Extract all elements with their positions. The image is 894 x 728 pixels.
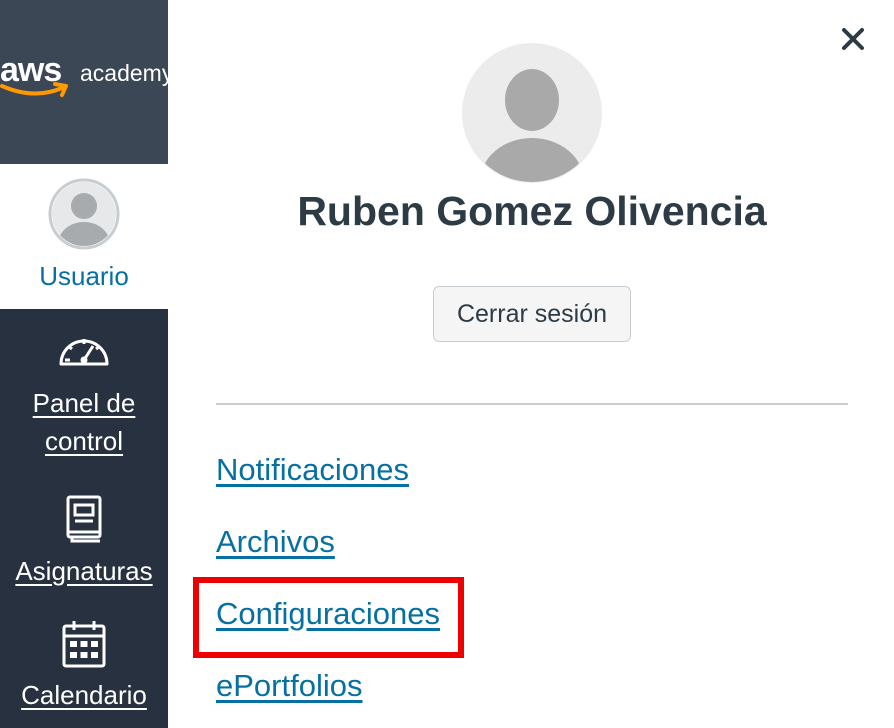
link-files[interactable]: Archivos xyxy=(216,522,335,562)
avatar-icon xyxy=(48,178,120,250)
dashboard-icon xyxy=(59,339,109,366)
sidebar-item-dashboard[interactable]: Panel de control xyxy=(0,330,168,460)
close-icon[interactable] xyxy=(836,22,870,56)
academy-logo-text: academy xyxy=(80,60,168,86)
courses-icon xyxy=(66,495,102,543)
profile-user-name: Ruben Gomez Olivencia xyxy=(297,188,767,234)
sidebar-item-user[interactable]: Usuario xyxy=(0,164,168,309)
link-notifications[interactable]: Notificaciones xyxy=(216,450,409,490)
sidebar-item-user-label: Usuario xyxy=(39,261,129,291)
global-navigation: aws academy Usuario Panel de control Asi… xyxy=(0,0,168,728)
sidebar-item-courses[interactable]: Asignaturas xyxy=(0,494,168,590)
aws-smile-icon xyxy=(0,82,68,97)
highlight-box xyxy=(193,577,464,658)
calendar-icon xyxy=(62,621,106,668)
logout-button[interactable]: Cerrar sesión xyxy=(433,286,631,342)
divider xyxy=(216,403,848,405)
profile-avatar xyxy=(462,43,602,183)
sidebar-item-calendar-label: Calendario xyxy=(21,680,147,710)
sidebar-item-courses-label: Asignaturas xyxy=(15,556,153,586)
sidebar-item-dashboard-label-2: control xyxy=(44,426,124,456)
sidebar-item-calendar[interactable]: Calendario xyxy=(0,618,168,714)
link-eportfolios[interactable]: ePortfolios xyxy=(216,666,362,706)
sidebar-item-dashboard-label-1: Panel de xyxy=(32,388,136,418)
brand-logo-link[interactable]: aws academy xyxy=(0,0,168,164)
